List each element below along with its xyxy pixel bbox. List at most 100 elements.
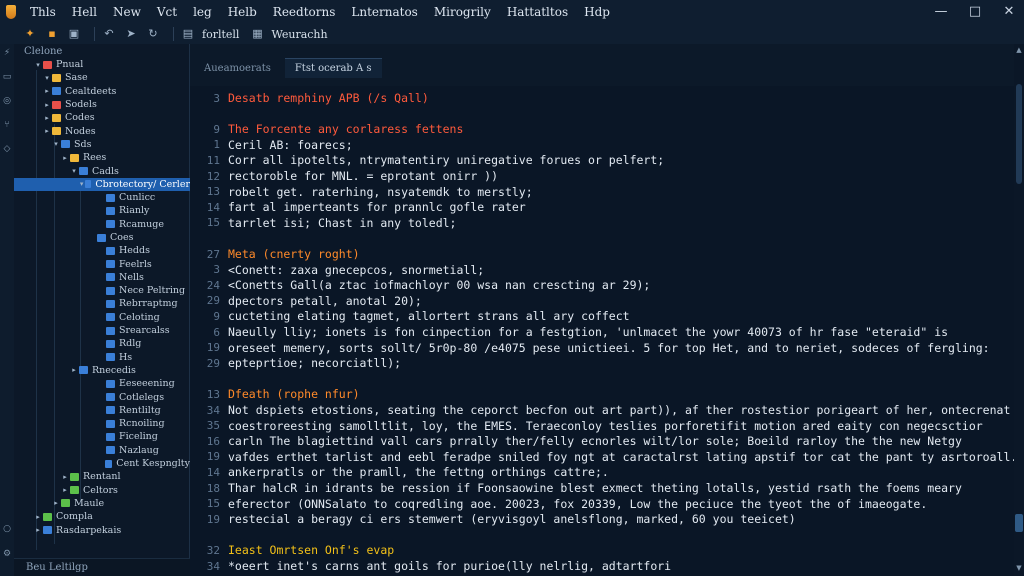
menu-item[interactable]: leg [185,0,220,24]
run-icon[interactable]: ➤ [123,26,139,42]
menu-item[interactable]: Hattatltos [499,0,576,24]
tree-item[interactable]: ▾ Sase [14,71,190,84]
menu-item[interactable]: Mirogrily [426,0,499,24]
debug-icon[interactable]: ◇ [2,144,12,154]
tree-item[interactable]: Celoting [14,311,190,324]
tree-item[interactable]: Nells [14,271,190,284]
editor: Aueamoerats Ftst ocerab A s 3 Desatb remph… [190,44,1018,576]
maximize-icon[interactable]: □ [968,5,982,19]
scroll-thumb[interactable] [1016,84,1022,184]
tree-item[interactable]: ▸ Compla [14,510,190,523]
tree-item[interactable]: Rianly [14,204,190,217]
minimize-icon[interactable]: — [934,5,948,19]
menu-item[interactable]: Lnternatos [343,0,425,24]
tree-item[interactable]: Cunlicc [14,191,190,204]
scroll-down-icon[interactable]: ▼ [1015,564,1023,572]
settings-icon[interactable]: ⚙ [2,549,12,559]
tree-item[interactable]: ▸ Rnecedis [14,364,190,377]
tree-item[interactable]: Nece Peltring [14,284,190,297]
save-icon[interactable]: ▣ [66,26,82,42]
menu-item[interactable]: Thls [22,0,64,24]
tree-item[interactable]: Rdlg [14,337,190,350]
tree-item[interactable]: Rcnoiling [14,417,190,430]
tree-item[interactable]: ▸ Sodels [14,98,190,111]
tree-item[interactable]: Cotlelegs [14,390,190,403]
tree-item[interactable]: Coes [14,231,190,244]
chevron-down-icon[interactable]: ▾ [52,140,60,148]
vertical-scrollbar[interactable]: ▲ ▼ [1014,44,1024,576]
tree-item[interactable]: ▸ Cealtdeets [14,85,190,98]
menu-item[interactable]: Hdp [576,0,618,24]
chevron-right-icon[interactable]: ▸ [70,366,78,374]
tree-item[interactable]: Feelrls [14,257,190,270]
tree-item[interactable]: ▸ Rasdarpekais [14,523,190,536]
tree-item[interactable]: Hs [14,351,190,364]
refresh-icon[interactable]: ↻ [145,26,161,42]
tree-item[interactable]: Ficeling [14,430,190,443]
tree-item[interactable]: Rentliltg [14,404,190,417]
open-icon[interactable]: ▪ [44,26,60,42]
source-control-icon[interactable]: ⑂ [2,120,12,130]
chevron-right-icon[interactable]: ▸ [43,101,51,109]
tree-item[interactable]: ▸ Nodes [14,124,190,137]
tree-item[interactable]: Cent Kespnglty [14,457,190,470]
tree-item[interactable]: ▾ Sds [14,138,190,151]
account-icon[interactable]: ○ [2,524,12,534]
chevron-down-icon[interactable]: ▾ [70,167,78,175]
tree-item[interactable]: ▸ Rentanl [14,470,190,483]
chevron-down-icon[interactable]: ▾ [43,74,51,82]
chevron-right-icon[interactable]: ▸ [34,526,42,534]
tree-item[interactable]: ▸ Codes [14,111,190,124]
editor-tab[interactable]: Aueamoerats [194,58,281,78]
menu-item[interactable]: New [105,0,149,24]
tree-item[interactable]: ▾ Cadls [14,164,190,177]
chevron-right-icon[interactable]: ▸ [52,499,60,507]
menu-item[interactable]: Hell [64,0,105,24]
chevron-down-icon[interactable]: ▾ [34,61,42,69]
file-icon[interactable]: ▤ [180,26,196,42]
menu-item[interactable]: Helb [220,0,265,24]
explorer-footer[interactable]: Beu Leltilgp [14,558,190,576]
scroll-up-icon[interactable]: ▲ [1015,46,1023,54]
tree-item[interactable]: Rebrraptmg [14,297,190,310]
menu-item[interactable]: Vct [149,0,185,24]
app-logo [0,0,22,24]
toolbar-label-2[interactable]: Weurachh [271,28,327,41]
chevron-right-icon[interactable]: ▸ [34,513,42,521]
code-line: 14 fart al imperteants for prannlc gofle … [190,199,526,215]
tree-item[interactable]: ▸ Rees [14,151,190,164]
chevron-right-icon[interactable]: ▸ [61,486,69,494]
search-icon[interactable]: ◎ [2,96,12,106]
tree-item[interactable]: ▾ Cbrotectory/ Cerler [14,177,190,191]
tree-item[interactable]: Eeseeening [14,377,190,390]
menu-bar: Thls Hell New Vct leg Helb Reedtorns Lnternatos… [0,0,1024,24]
chevron-right-icon[interactable]: ▸ [61,473,69,481]
tree-item[interactable]: Nazlaug [14,444,190,457]
tree-item[interactable]: ▸ Celtors [14,484,190,497]
editor-tab[interactable]: Ftst ocerab A s [284,58,382,78]
folder-icon [61,140,70,149]
tree-item[interactable]: ▸ Maule [14,497,190,510]
star-icon[interactable]: ✦ [22,26,38,42]
folder-icon [106,339,115,348]
tree-item[interactable]: Hedds [14,244,190,257]
close-icon[interactable]: ✕ [1002,5,1016,19]
code-area[interactable]: 3 Desatb remphiny APB (/s Qall) 9 The Force… [190,86,1018,576]
tree-item[interactable]: Srearcalss [14,324,190,337]
undo-icon[interactable]: ↶ [101,26,117,42]
explorer-icon[interactable]: ⚡ [2,48,12,58]
tree-item[interactable]: Rcamuge [14,218,190,231]
chevron-right-icon[interactable]: ▸ [43,114,51,122]
files-icon[interactable]: ▭ [2,72,12,82]
chevron-down-icon[interactable]: ▾ [79,180,84,188]
tree-item-label: Feelrls [119,258,152,270]
tree-item[interactable]: ▾ Pnual [14,58,190,71]
line-number: 12 [206,169,220,183]
chevron-right-icon[interactable]: ▸ [61,154,69,162]
chevron-right-icon[interactable]: ▸ [43,87,51,95]
menu-item[interactable]: Reedtorns [265,0,344,24]
toolbar-label-1[interactable]: forltell [202,28,239,41]
search-icon[interactable]: ▦ [249,26,265,42]
chevron-right-icon[interactable]: ▸ [43,127,51,135]
code-line: 29 epteprtioe; necorciatll); [190,355,401,371]
